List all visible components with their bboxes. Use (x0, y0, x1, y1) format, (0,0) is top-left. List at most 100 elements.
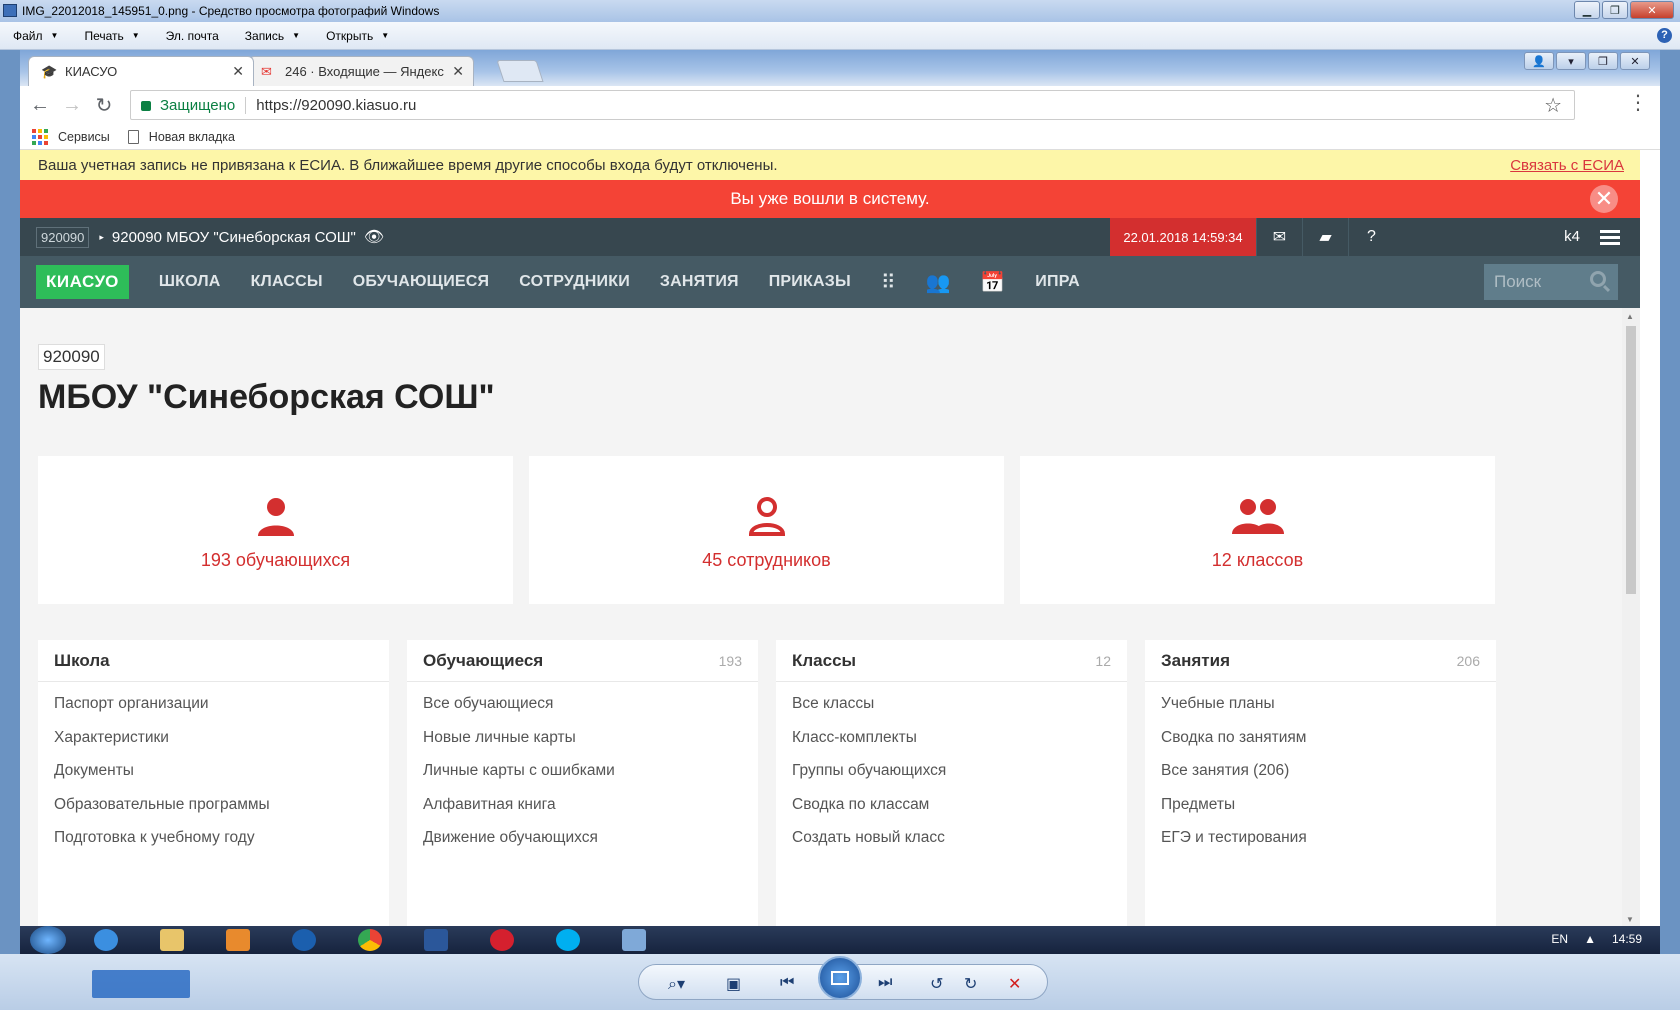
stat-students[interactable]: 193 обучающихся (38, 456, 513, 604)
taskbar-app[interactable] (278, 928, 330, 952)
folder-icon[interactable]: ▰ (1302, 218, 1348, 256)
search-icon[interactable] (1590, 271, 1606, 287)
tab-kiasuo[interactable]: 🎓 КИАСУО ✕ (28, 56, 254, 86)
minimize-button[interactable]: ▁ (1574, 1, 1600, 19)
next-icon[interactable]: ⏭ (878, 974, 892, 992)
list-item[interactable]: Группы обучающихся (792, 759, 1111, 793)
list-item[interactable]: Сводка по занятиям (1161, 726, 1480, 760)
link-esia-link[interactable]: Связать с ЕСИА (1510, 157, 1624, 174)
zoom-icon[interactable]: ⌕▾ (668, 974, 685, 994)
start-button[interactable] (30, 926, 66, 954)
menu-print[interactable]: Печать ▼ (71, 29, 152, 43)
taskbar-chrome[interactable] (344, 928, 396, 952)
list-item[interactable]: Сводка по классам (792, 793, 1111, 827)
taskbar-media[interactable] (212, 928, 264, 952)
list-item[interactable]: Алфавитная книга (423, 793, 742, 827)
menu-file[interactable]: Файл ▼ (0, 29, 71, 43)
nav-orders[interactable]: ПРИКАЗЫ (769, 273, 851, 291)
list-item[interactable]: Класс-комплекты (792, 726, 1111, 760)
list-item[interactable]: Паспорт организации (54, 692, 373, 726)
menu-burn[interactable]: Запись ▼ (232, 29, 313, 43)
help-circle-icon[interactable]: ? (1348, 218, 1394, 256)
list-item[interactable]: Личные карты с ошибками (423, 759, 742, 793)
nav-students[interactable]: ОБУЧАЮЩИЕСЯ (353, 273, 490, 291)
list-item[interactable]: Характеристики (54, 726, 373, 760)
card-title[interactable]: Школа (38, 640, 389, 682)
rotate-right-icon[interactable]: ↻ (964, 974, 977, 994)
close-alert-icon[interactable]: ✕ (1590, 185, 1618, 213)
slideshow-button[interactable] (818, 956, 862, 1000)
help-icon[interactable]: ? (1657, 28, 1672, 43)
card-title[interactable]: Обучающиеся 193 (407, 640, 758, 682)
browser-menu-icon[interactable]: ⋮ (1628, 93, 1648, 113)
apps-grid-icon[interactable]: ⠿ (881, 270, 896, 295)
list-item[interactable]: ЕГЭ и тестирования (1161, 826, 1480, 860)
restore-button[interactable]: ❐ (1588, 52, 1618, 70)
scroll-up-icon[interactable]: ▲ (1626, 312, 1634, 321)
network-icon[interactable]: ▲ (1584, 932, 1596, 946)
page-scrollbar[interactable]: ▲ ▼ (1622, 308, 1640, 926)
clock[interactable]: 14:59 (1612, 932, 1642, 946)
hamburger-menu-icon[interactable] (1600, 230, 1620, 248)
close-browser-button[interactable]: ✕ (1620, 52, 1650, 70)
nav-lessons[interactable]: ЗАНЯТИЯ (660, 273, 739, 291)
forward-icon[interactable]: → (56, 94, 88, 117)
list-item[interactable]: Документы (54, 759, 373, 793)
viewer-side-button[interactable] (92, 970, 190, 998)
bookmark-services[interactable]: Сервисы (32, 128, 110, 145)
scroll-down-icon[interactable]: ▼ (1626, 915, 1634, 924)
list-item[interactable]: Подготовка к учебному году (54, 826, 373, 860)
close-window-button[interactable]: ✕ (1630, 1, 1674, 19)
nav-classes[interactable]: КЛАССЫ (251, 273, 323, 291)
close-tab-icon[interactable]: ✕ (232, 63, 244, 80)
eye-icon[interactable]: 👁 (364, 227, 384, 247)
back-icon[interactable]: ← (24, 94, 56, 117)
card-title[interactable]: Классы 12 (776, 640, 1127, 682)
new-tab-button[interactable] (496, 60, 544, 82)
nav-staff[interactable]: СОТРУДНИКИ (519, 273, 630, 291)
tab-yandex-mail[interactable]: ✉ 246 · Входящие — Яндекс ✕ (248, 56, 474, 86)
bookmark-star-icon[interactable]: ☆ (1544, 93, 1562, 118)
list-item[interactable]: Все занятия (206) (1161, 759, 1480, 793)
previous-icon[interactable]: ⏮ (780, 974, 794, 992)
taskbar-opera[interactable] (476, 928, 528, 952)
rotate-left-icon[interactable]: ↺ (930, 974, 943, 994)
taskbar-explorer[interactable] (146, 928, 198, 952)
taskbar-word[interactable] (410, 928, 462, 952)
delete-icon[interactable]: ✕ (1008, 974, 1021, 994)
user-name[interactable]: k4 (1564, 228, 1580, 245)
menu-email[interactable]: Эл. почта (153, 29, 232, 43)
menu-open[interactable]: Открыть ▼ (313, 29, 402, 43)
list-item[interactable]: Образовательные программы (54, 793, 373, 827)
stat-staff[interactable]: 45 сотрудников (529, 456, 1004, 604)
nav-ipra[interactable]: ИПРА (1035, 273, 1080, 291)
list-item[interactable]: Создать новый класс (792, 826, 1111, 860)
list-item[interactable]: Движение обучающихся (423, 826, 742, 860)
brand-logo[interactable]: КИАСУО (36, 265, 129, 299)
list-item[interactable]: Все обучающиеся (423, 692, 742, 726)
list-item[interactable]: Все классы (792, 692, 1111, 726)
search-input[interactable]: Поиск (1484, 264, 1618, 300)
bookmark-new-tab[interactable]: Новая вкладка (127, 129, 235, 144)
people-icon[interactable]: 👥 (925, 270, 950, 295)
taskbar-ie[interactable] (80, 928, 132, 952)
list-item[interactable]: Предметы (1161, 793, 1480, 827)
list-item[interactable]: Учебные планы (1161, 692, 1480, 726)
minimize-button[interactable]: ▾ (1556, 52, 1586, 70)
reload-icon[interactable]: ↻ (88, 93, 120, 118)
list-item[interactable]: Новые личные карты (423, 726, 742, 760)
org-selector[interactable]: ▸ 920090 МБОУ "Синеборская СОШ" 👁 (99, 227, 384, 247)
calendar-icon[interactable]: 📅 (980, 270, 1005, 295)
mail-icon[interactable]: ✉ (1256, 218, 1302, 256)
stat-classes[interactable]: 12 классов (1020, 456, 1495, 604)
close-tab-icon[interactable]: ✕ (452, 63, 464, 80)
profile-icon[interactable]: 👤 (1524, 52, 1554, 70)
url-field[interactable]: Защищено https://920090.kiasuo.ru ☆ (130, 90, 1575, 120)
scrollbar-thumb[interactable] (1626, 326, 1636, 594)
actual-size-icon[interactable]: ▣ (726, 974, 741, 994)
nav-school[interactable]: ШКОЛА (159, 273, 221, 291)
taskbar-viewer[interactable] (608, 928, 660, 952)
language-indicator[interactable]: EN (1551, 932, 1568, 946)
maximize-button[interactable]: ❐ (1602, 1, 1628, 19)
card-title[interactable]: Занятия 206 (1145, 640, 1496, 682)
